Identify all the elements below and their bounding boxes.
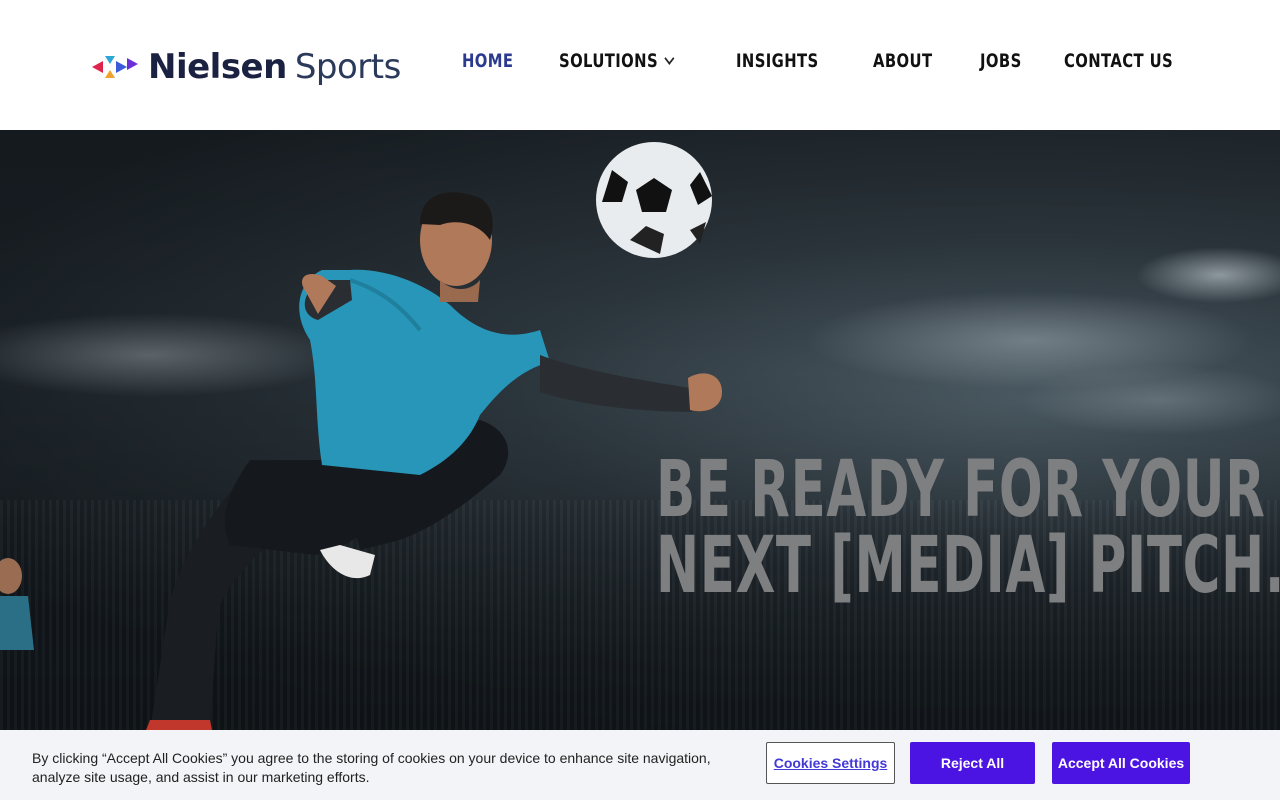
soccer-player-image — [0, 142, 722, 730]
hero-headline-line2: NEXT [MEDIA] PITCH. — [656, 521, 1280, 611]
cookies-settings-button[interactable]: Cookies Settings — [766, 742, 895, 784]
nav-about[interactable]: ABOUT — [873, 50, 932, 72]
nav-insights-label: INSIGHTS — [735, 50, 819, 72]
hero-section: BE READY FOR YOUR NEXT [MEDIA] PITCH. — [0, 130, 1280, 730]
nav-home[interactable]: HOME — [462, 50, 513, 72]
nav-about-label: ABOUT — [872, 50, 933, 72]
soccer-ball-icon — [596, 142, 712, 258]
reject-all-button[interactable]: Reject All — [910, 742, 1035, 784]
nav-contact-us-label: CONTACT US — [1064, 50, 1174, 72]
nav-solutions[interactable]: SOLUTIONS — [558, 50, 675, 72]
main-nav: HOME SOLUTIONS INSIGHTS ABOUT JOBS CONTA… — [431, 50, 1204, 72]
nav-jobs[interactable]: JOBS — [980, 50, 1022, 72]
logo-brand: Nielsen — [148, 47, 287, 87]
logo-wordmark: Nielsen Sports — [148, 50, 401, 84]
hero-headline-line1: BE READY FOR YOUR — [656, 445, 1266, 535]
nav-contact-us[interactable]: CONTACT US — [1064, 50, 1173, 72]
chevron-down-icon — [664, 51, 675, 65]
nav-home-label: HOME — [461, 50, 514, 72]
cookie-banner-text: By clicking “Accept All Cookies” you agr… — [32, 750, 711, 785]
nav-insights[interactable]: INSIGHTS — [736, 50, 819, 72]
background-player — [0, 558, 34, 650]
nielsen-sports-logo[interactable]: Nielsen Sports — [92, 46, 401, 88]
hero-headline: BE READY FOR YOUR NEXT [MEDIA] PITCH. — [656, 445, 1280, 611]
cookie-banner: By clicking “Accept All Cookies” you agr… — [0, 730, 1280, 800]
player-figure — [146, 192, 722, 730]
site-header: Nielsen Sports HOME SOLUTIONS INSIGHTS AB… — [0, 0, 1280, 130]
logo-product: Sports — [294, 47, 402, 87]
nav-jobs-label: JOBS — [979, 50, 1022, 72]
nav-solutions-label: SOLUTIONS — [558, 50, 658, 72]
accept-all-cookies-button[interactable]: Accept All Cookies — [1052, 742, 1190, 784]
nielsen-play-arrows-icon — [92, 56, 138, 78]
